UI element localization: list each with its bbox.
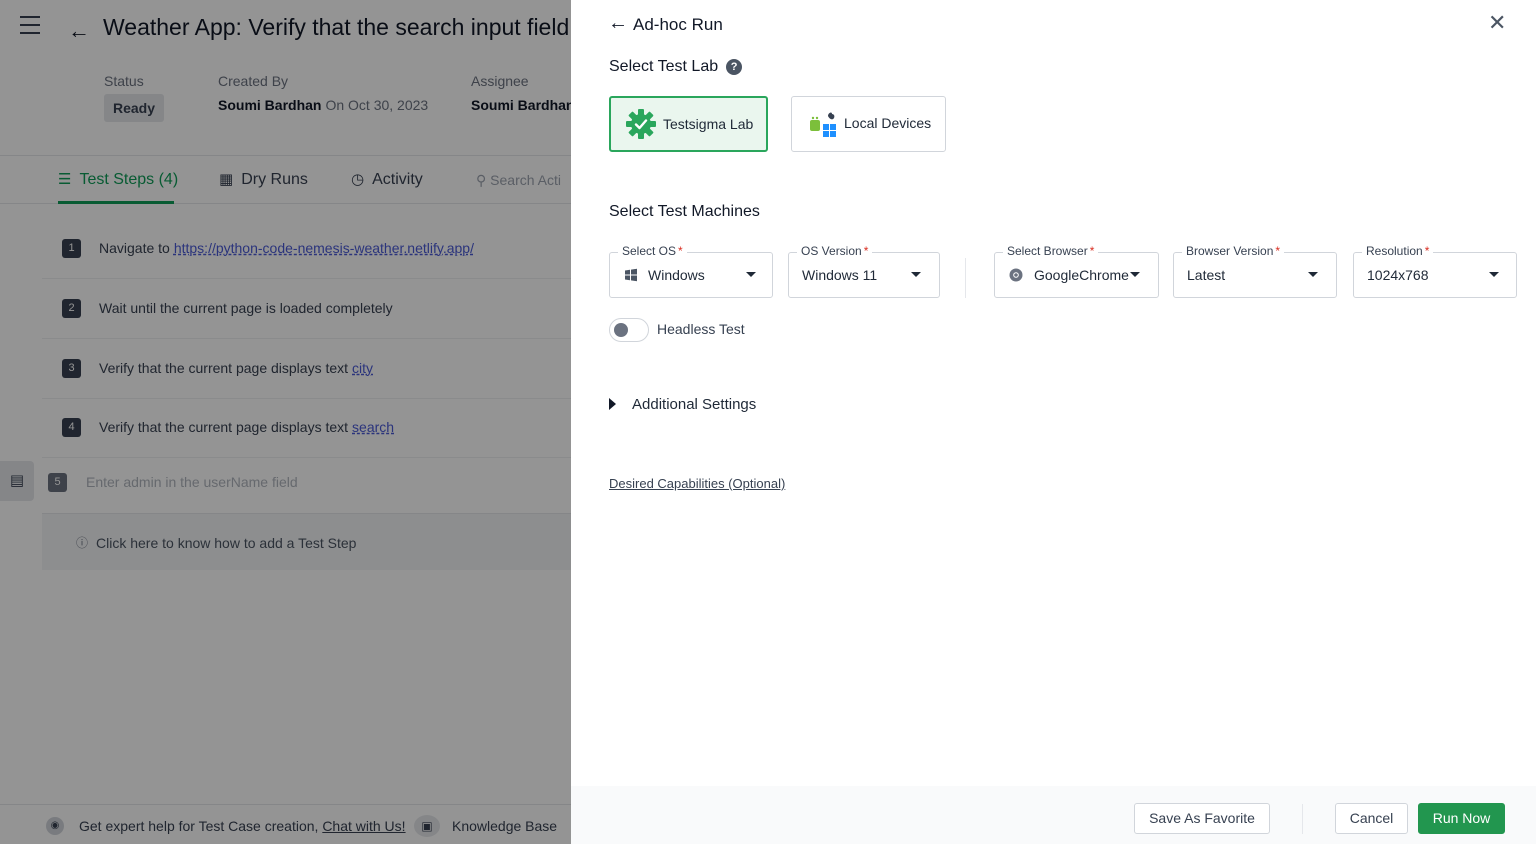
resolution-dropdown[interactable]: Resolution * 1024x768 xyxy=(1353,244,1517,298)
chevron-down-icon xyxy=(1308,272,1318,277)
help-icon[interactable]: ? xyxy=(726,59,743,75)
back-arrow-icon[interactable]: ← xyxy=(608,12,628,35)
browser-version-dropdown[interactable]: Browser Version * Latest xyxy=(1173,244,1337,298)
browser-version-label: Browser Version xyxy=(1186,244,1274,258)
select-browser-dropdown[interactable]: Select Browser * GoogleChrome xyxy=(994,244,1159,298)
additional-settings-toggle[interactable]: Additional Settings xyxy=(632,396,756,413)
select-browser-label: Select Browser xyxy=(1007,244,1088,258)
field-label: Browser Version * xyxy=(1182,244,1285,258)
chevron-down-icon xyxy=(911,272,921,277)
select-test-machines-title: Select Test Machines xyxy=(609,203,760,220)
chrome-icon xyxy=(1009,268,1023,282)
required-marker: * xyxy=(678,244,683,258)
headless-test-toggle[interactable] xyxy=(609,318,649,342)
field-label: Resolution * xyxy=(1362,244,1434,258)
save-as-favorite-button[interactable]: Save As Favorite xyxy=(1134,803,1270,834)
required-marker: * xyxy=(1275,244,1281,258)
close-icon[interactable]: ✕ xyxy=(1488,10,1506,36)
select-os-dropdown[interactable]: Select OS * Windows xyxy=(609,244,773,298)
os-version-dropdown[interactable]: OS Version * Windows 11 xyxy=(788,244,940,298)
drawer-title: Ad-hoc Run xyxy=(633,15,723,34)
selected-os: Windows xyxy=(648,267,705,283)
lab-label: Local Devices xyxy=(844,115,932,131)
resolution-label: Resolution xyxy=(1366,244,1423,258)
selected-resolution: 1024x768 xyxy=(1367,267,1429,283)
lab-option-local-devices[interactable]: Local Devices xyxy=(791,96,946,152)
desired-capabilities-link[interactable]: Desired Capabilities (Optional) xyxy=(609,476,785,491)
selected-os-version: Windows 11 xyxy=(802,267,878,283)
select-os-label: Select OS xyxy=(622,244,677,258)
field-label: Select OS * xyxy=(618,244,687,258)
chevron-down-icon xyxy=(1130,272,1140,277)
local-devices-icon xyxy=(810,112,836,137)
field-label: Select Browser * xyxy=(1003,244,1099,258)
section-label: Select Test Lab xyxy=(609,58,719,75)
lab-label: Testsigma Lab xyxy=(663,116,754,132)
field-label: OS Version * xyxy=(797,244,873,258)
toggle-knob xyxy=(614,323,628,337)
selected-browser-version: Latest xyxy=(1187,267,1226,283)
caret-right-icon[interactable] xyxy=(609,398,616,410)
select-test-lab-title: Select Test Lab? xyxy=(609,58,743,76)
windows-icon xyxy=(625,268,637,282)
run-now-button[interactable]: Run Now xyxy=(1418,803,1505,834)
chevron-down-icon xyxy=(746,272,756,277)
os-version-label: OS Version xyxy=(801,244,862,258)
headless-test-label: Headless Test xyxy=(657,321,745,337)
required-marker: * xyxy=(1424,244,1430,258)
ad-hoc-run-drawer: ← Ad-hoc Run ✕ Select Test Lab? Testsigm… xyxy=(571,0,1536,844)
field-group-divider xyxy=(965,258,966,298)
required-marker: * xyxy=(863,244,869,258)
chevron-down-icon xyxy=(1489,272,1499,277)
drawer-footer: Save As Favorite Cancel Run Now xyxy=(571,786,1536,844)
required-marker: * xyxy=(1089,244,1095,258)
modal-backdrop[interactable] xyxy=(0,0,571,844)
footer-divider xyxy=(1302,804,1303,834)
lab-option-testsigma[interactable]: Testsigma Lab xyxy=(609,96,768,152)
testsigma-gear-icon xyxy=(626,109,656,139)
selected-browser: GoogleChrome xyxy=(1034,267,1129,283)
cancel-button[interactable]: Cancel xyxy=(1335,803,1408,834)
